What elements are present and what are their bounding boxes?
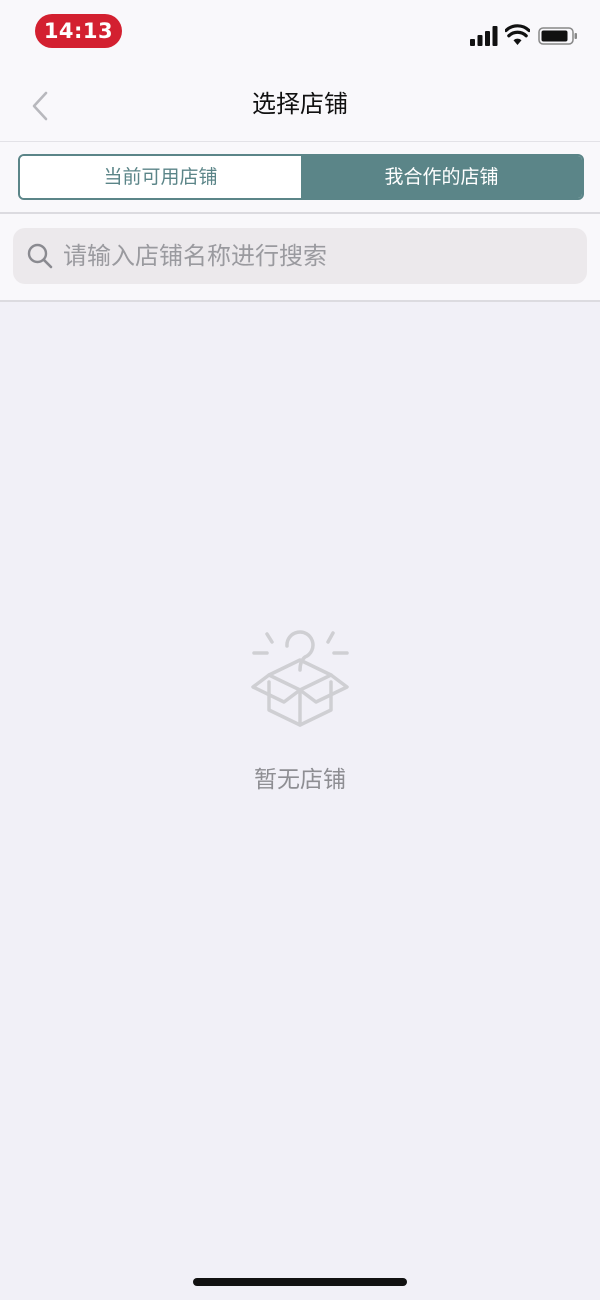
status-time[interactable]: 14:13 [35,14,122,48]
empty-state-message: 暂无店铺 [254,767,346,793]
search-input[interactable]: 请输入店铺名称进行搜索 [13,228,587,284]
status-bar: 14:13 [0,0,600,64]
search-section: 请输入店铺名称进行搜索 [0,214,600,302]
empty-box-question-icon [251,630,349,727]
battery-icon [538,27,577,45]
tab-my-partner-stores[interactable]: 我合作的店铺 [301,156,582,198]
back-chevron-icon[interactable] [24,86,58,126]
page-title: 选择店铺 [252,90,348,118]
search-icon [27,243,53,269]
cellular-signal-icon [470,26,498,46]
screen: 14:13 选择店铺 当前可用店铺 我合作的店铺 请输入店铺名称进行搜索 暂无店… [0,0,600,1300]
home-indicator[interactable] [193,1278,407,1286]
navigation-bar: 选择店铺 [0,64,600,142]
store-segmented-control: 当前可用店铺 我合作的店铺 [18,154,584,200]
tab-current-available-stores[interactable]: 当前可用店铺 [20,156,301,198]
tabs-section: 当前可用店铺 我合作的店铺 [0,142,600,214]
search-placeholder: 请输入店铺名称进行搜索 [63,242,327,270]
empty-state: 暂无店铺 [0,620,600,794]
wifi-icon [505,24,530,45]
